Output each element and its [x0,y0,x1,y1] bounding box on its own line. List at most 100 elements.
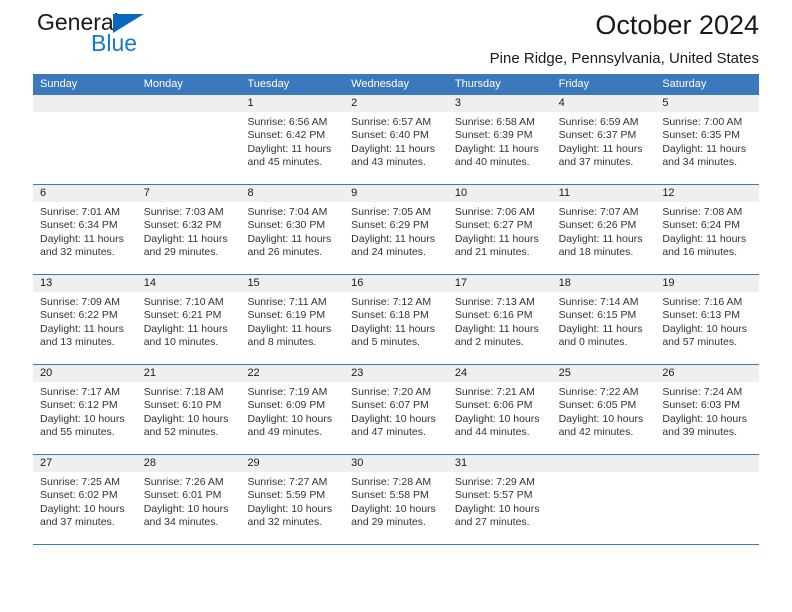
day-cell[interactable]: 8 Sunrise: 7:04 AM Sunset: 6:30 PM Daylight… [240,185,345,274]
weekday-thursday: Thursday [454,78,501,90]
day-cell[interactable]: 10 Sunrise: 7:06 AM Sunset: 6:27 PM Dayligh… [447,185,552,274]
day-sun-info: Sunrise: 7:09 AM Sunset: 6:22 PM Daylight:… [33,292,137,350]
day-number: 10 [447,185,552,202]
sunset-text: Sunset: 5:57 PM [454,489,533,502]
day-cell[interactable]: 7 Sunrise: 7:03 AM Sunset: 6:32 PM Daylight… [136,185,241,274]
day-cell[interactable]: 22 Sunrise: 7:19 AM Sunset: 6:09 PM Dayligh… [240,365,345,454]
weekday-tuesday: Tuesday [247,78,290,90]
daylight-text: Daylight: 10 hours and 29 minutes. [351,502,436,529]
daylight-text: Daylight: 10 hours and 27 minutes. [454,502,540,529]
sunset-text: Sunset: 6:06 PM [454,399,533,412]
daylight-text: Daylight: 10 hours and 57 minutes. [662,322,747,349]
day-cell[interactable]: 25 Sunrise: 7:22 AM Sunset: 6:05 PM Dayligh… [551,365,656,454]
day-number: 23 [344,365,448,382]
day-cell[interactable]: 30 Sunrise: 7:28 AM Sunset: 5:58 PM Dayligh… [344,455,448,544]
day-cell[interactable]: 17 Sunrise: 7:13 AM Sunset: 6:16 PM Dayligh… [447,275,552,364]
day-cell[interactable]: 21 Sunrise: 7:18 AM Sunset: 6:10 PM Dayligh… [136,365,241,454]
day-number: 30 [344,455,448,472]
sunset-text: Sunset: 6:21 PM [143,309,222,322]
day-cell[interactable]: 14 Sunrise: 7:10 AM Sunset: 6:21 PM Dayligh… [136,275,241,364]
sunset-text: Sunset: 6:13 PM [662,309,740,322]
sunrise-text: Sunrise: 7:11 AM [247,296,327,308]
day-cell[interactable]: 1 Sunrise: 6:56 AM Sunset: 6:42 PM Daylight… [240,95,345,184]
day-cell[interactable]: 11 Sunrise: 7:07 AM Sunset: 6:26 PM Dayligh… [551,185,656,274]
sunrise-text: Sunrise: 7:06 AM [454,206,535,218]
day-cell[interactable]: 15 Sunrise: 7:11 AM Sunset: 6:19 PM Dayligh… [240,275,345,364]
daylight-text: Daylight: 11 hours and 16 minutes. [662,232,747,259]
day-cell[interactable]: 6 Sunrise: 7:01 AM Sunset: 6:34 PM Daylight… [33,185,137,274]
day-cell[interactable]: 13 Sunrise: 7:09 AM Sunset: 6:22 PM Dayligh… [33,275,137,364]
sunrise-text: Sunrise: 7:27 AM [247,476,328,488]
day-number: 17 [447,275,552,292]
sunrise-text: Sunrise: 7:08 AM [662,206,743,218]
day-cell[interactable]: 4 Sunrise: 6:59 AM Sunset: 6:37 PM Daylight… [551,95,656,184]
daylight-text: Daylight: 10 hours and 32 minutes. [247,502,333,529]
day-number: 1 [240,95,345,112]
sunset-text: Sunset: 6:22 PM [40,309,118,322]
day-number: 2 [344,95,448,112]
day-cell[interactable]: 5 Sunrise: 7:00 AM Sunset: 6:35 PM Daylight… [655,95,760,184]
sunset-text: Sunset: 6:07 PM [351,399,429,412]
day-cell[interactable]: 19 Sunrise: 7:16 AM Sunset: 6:13 PM Dayligh… [655,275,760,364]
daylight-text: Daylight: 10 hours and 39 minutes. [662,412,747,439]
day-cell[interactable]: 18 Sunrise: 7:14 AM Sunset: 6:15 PM Dayligh… [551,275,656,364]
day-sun-info: Sunrise: 7:19 AM Sunset: 6:09 PM Daylight:… [240,382,344,440]
daylight-text: Daylight: 11 hours and 24 minutes. [351,232,436,259]
sunrise-text: Sunrise: 6:58 AM [454,116,535,128]
day-cell[interactable]: 16 Sunrise: 7:12 AM Sunset: 6:18 PM Dayligh… [344,275,448,364]
day-sun-info: Sunrise: 7:13 AM Sunset: 6:16 PM Daylight:… [448,292,552,350]
day-number: 31 [447,455,552,472]
daylight-text: Daylight: 11 hours and 45 minutes. [247,142,332,169]
sunset-text: Sunset: 6:12 PM [40,399,118,412]
calendar-grid: Sunday Monday Tuesday Wednesday Thursday… [33,74,760,545]
sunset-text: Sunset: 6:42 PM [247,129,326,142]
page-subtitle: Pine Ridge, Pennsylvania, United States [489,50,759,67]
daylight-text: Daylight: 11 hours and 37 minutes. [558,142,643,169]
sunrise-text: Sunrise: 7:03 AM [143,206,224,218]
day-number: 28 [136,455,241,472]
daylight-text: Daylight: 10 hours and 34 minutes. [143,502,229,529]
logo-text-blue: Blue [91,30,138,56]
day-cell[interactable]: 27 Sunrise: 7:25 AM Sunset: 6:02 PM Dayligh… [33,455,137,544]
day-cell[interactable]: 24 Sunrise: 7:21 AM Sunset: 6:06 PM Dayligh… [447,365,552,454]
sunset-text: Sunset: 6:29 PM [351,219,429,232]
day-sun-info: Sunrise: 7:18 AM Sunset: 6:10 PM Daylight:… [137,382,241,440]
daylight-text: Daylight: 11 hours and 5 minutes. [351,322,436,349]
sunrise-text: Sunrise: 6:56 AM [247,116,328,128]
sunrise-text: Sunrise: 6:59 AM [558,116,639,128]
day-sun-info: Sunrise: 7:16 AM Sunset: 6:13 PM Daylight:… [655,292,759,350]
sunrise-text: Sunrise: 7:07 AM [558,206,639,218]
sunset-text: Sunset: 6:37 PM [558,129,637,142]
day-sun-info: Sunrise: 6:57 AM Sunset: 6:40 PM Daylight:… [344,112,448,170]
day-sun-info: Sunrise: 7:25 AM Sunset: 6:02 PM Daylight:… [33,472,137,530]
logo[interactable]: General Blue [33,9,233,67]
calendar-weeks: 1 Sunrise: 6:56 AM Sunset: 6:42 PM Daylight… [33,95,760,545]
day-cell[interactable]: 3 Sunrise: 6:58 AM Sunset: 6:39 PM Daylight… [447,95,552,184]
day-sun-info: Sunrise: 7:01 AM Sunset: 6:34 PM Daylight:… [33,202,137,260]
daylight-text: Daylight: 10 hours and 47 minutes. [351,412,436,439]
daylight-text: Daylight: 11 hours and 34 minutes. [662,142,747,169]
day-number: 9 [344,185,448,202]
sunset-text: Sunset: 6:15 PM [558,309,637,322]
day-cell[interactable]: 12 Sunrise: 7:08 AM Sunset: 6:24 PM Dayligh… [655,185,760,274]
day-number: 8 [240,185,345,202]
day-cell[interactable]: 9 Sunrise: 7:05 AM Sunset: 6:29 PM Daylight… [344,185,448,274]
daylight-text: Daylight: 11 hours and 29 minutes. [143,232,228,259]
sunrise-text: Sunrise: 7:21 AM [454,386,535,398]
day-sun-info: Sunrise: 7:06 AM Sunset: 6:27 PM Daylight:… [448,202,552,260]
day-sun-info: Sunrise: 7:11 AM Sunset: 6:19 PM Daylight:… [240,292,344,350]
day-cell[interactable]: 2 Sunrise: 6:57 AM Sunset: 6:40 PM Daylight… [344,95,448,184]
day-cell[interactable]: 31 Sunrise: 7:29 AM Sunset: 5:57 PM Dayligh… [447,455,552,544]
day-cell[interactable]: 26 Sunrise: 7:24 AM Sunset: 6:03 PM Dayligh… [655,365,760,454]
day-cell[interactable]: 23 Sunrise: 7:20 AM Sunset: 6:07 PM Dayligh… [344,365,448,454]
day-sun-info: Sunrise: 7:20 AM Sunset: 6:07 PM Daylight:… [344,382,448,440]
daylight-text: Daylight: 11 hours and 10 minutes. [143,322,228,349]
sunrise-text: Sunrise: 7:14 AM [558,296,639,308]
day-cell[interactable]: 28 Sunrise: 7:26 AM Sunset: 6:01 PM Dayligh… [136,455,241,544]
sunrise-text: Sunrise: 7:00 AM [662,116,743,128]
day-cell[interactable]: 20 Sunrise: 7:17 AM Sunset: 6:12 PM Dayligh… [33,365,137,454]
sunrise-text: Sunrise: 7:22 AM [558,386,639,398]
weekday-sunday: Sunday [40,78,78,90]
day-cell[interactable]: 29 Sunrise: 7:27 AM Sunset: 5:59 PM Dayligh… [240,455,345,544]
sunset-text: Sunset: 6:24 PM [662,219,740,232]
